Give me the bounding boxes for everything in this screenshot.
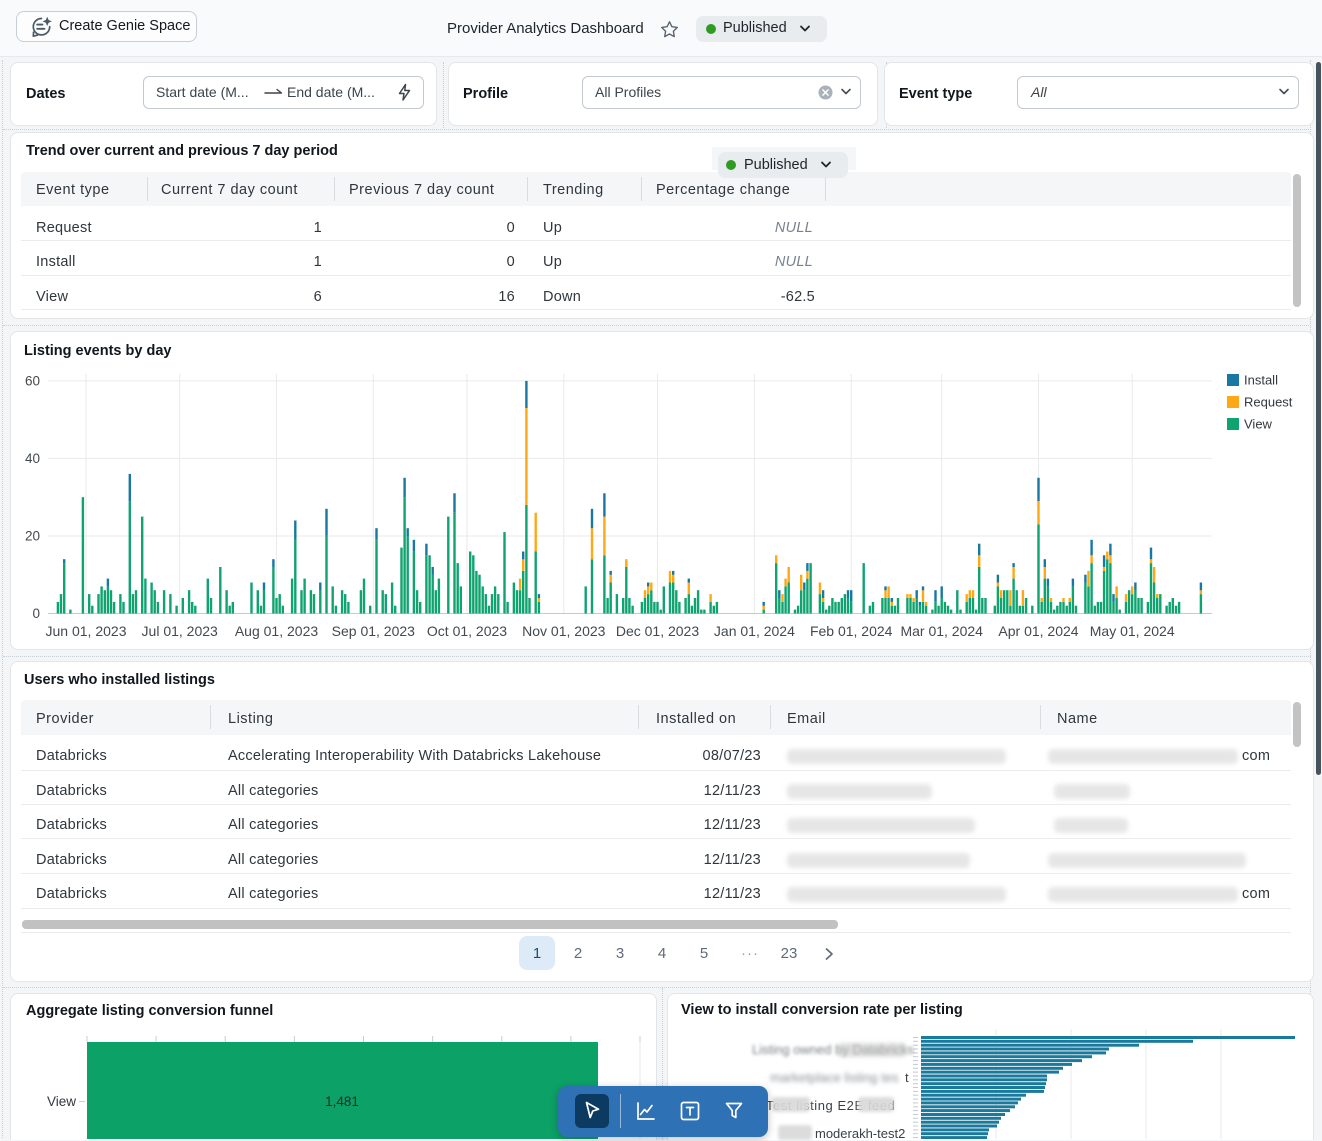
svg-text:1,481: 1,481	[325, 1094, 359, 1109]
svg-text:Jul 01, 2023: Jul 01, 2023	[142, 623, 218, 639]
svg-text:Jun 01, 2023: Jun 01, 2023	[46, 623, 127, 639]
svg-text:Install: Install	[1244, 373, 1278, 388]
svg-text:20: 20	[25, 529, 40, 544]
svg-text:Dec 01, 2023: Dec 01, 2023	[616, 623, 699, 639]
svg-text:Apr 01, 2024: Apr 01, 2024	[998, 623, 1078, 639]
svg-text:Aug 01, 2023: Aug 01, 2023	[235, 623, 319, 639]
svg-text:May 01, 2024: May 01, 2024	[1090, 623, 1175, 639]
svg-text:0: 0	[32, 606, 40, 621]
svg-text:60: 60	[25, 373, 40, 388]
svg-text:Request: Request	[1244, 395, 1293, 410]
svg-text:Sep 01, 2023: Sep 01, 2023	[332, 623, 416, 639]
svg-text:Mar 01, 2024: Mar 01, 2024	[900, 623, 983, 639]
svg-text:Feb 01, 2024: Feb 01, 2024	[810, 623, 893, 639]
svg-text:View: View	[1244, 417, 1273, 432]
svg-text:40: 40	[25, 451, 40, 466]
svg-text:Jan 01, 2024: Jan 01, 2024	[714, 623, 795, 639]
svg-text:Nov 01, 2023: Nov 01, 2023	[522, 623, 605, 639]
svg-text:View: View	[47, 1094, 76, 1109]
svg-text:Oct 01, 2023: Oct 01, 2023	[427, 623, 507, 639]
